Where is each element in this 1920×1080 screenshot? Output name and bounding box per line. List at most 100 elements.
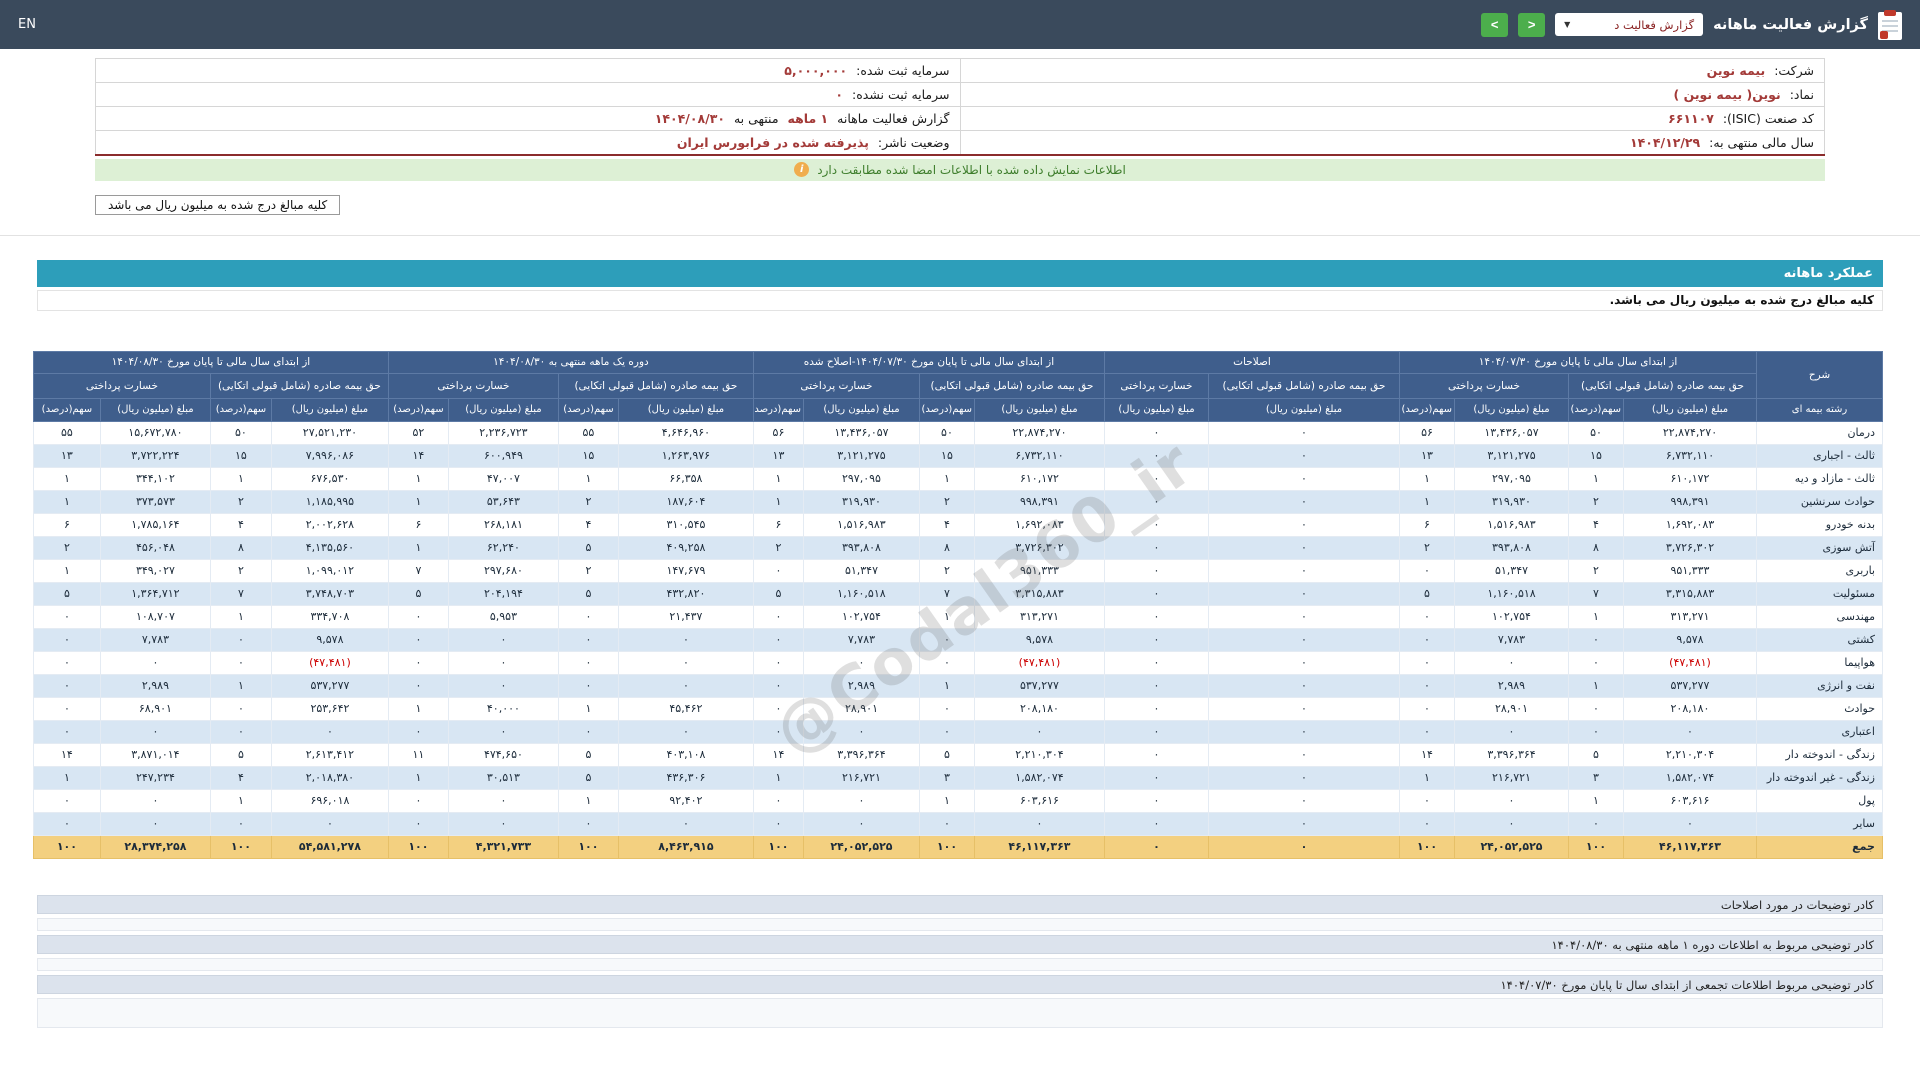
table-cell: ۰ [1104,467,1208,490]
insurance-line-label: مسئولیت [1757,582,1883,605]
table-cell: ۱ [210,605,271,628]
table-cell: ۰ [448,651,558,674]
table-row: زندگی - اندوخته دار۲,۲۱۰,۳۰۴۵۳,۳۹۶,۳۶۴۱۴… [33,743,1882,766]
table-cell: ۰ [1569,812,1624,835]
table-cell: ۲۴۷,۲۳۴ [100,766,210,789]
table-cell: ۵ [558,582,618,605]
table-cell: ۱,۱۶۰,۵۱۸ [1455,582,1569,605]
table-cell: ۰ [388,789,448,812]
table-cell: ۰ [919,720,974,743]
table-cell: ۰ [210,697,271,720]
registered-capital-label: سرمایه ثبت شده: [856,63,949,78]
table-cell: ۱۰۲,۷۵۴ [803,605,919,628]
table-cell: ۵ [558,536,618,559]
monthly-performance-table: شرح از ابتدای سال مالی تا پایان مورخ ۱۴۰… [33,351,1883,859]
table-cell: ۵۴,۵۸۱,۲۷۸ [271,835,388,858]
table-cell: ۱ [1569,789,1624,812]
col-amount-header: مبلغ (میلیون ریال) [1208,398,1399,421]
corrections-note-box [37,918,1883,931]
nav-back-button[interactable]: < [1518,13,1545,37]
table-row: نفت و انرژی۵۳۷,۲۷۷۱۲,۹۸۹۰۰۰۵۳۷,۲۷۷۱۲,۹۸۹… [33,674,1882,697]
table-cell: ۰ [1104,674,1208,697]
table-cell: ۴,۱۳۵,۵۶۰ [271,536,388,559]
table-cell: ۱۰۰ [753,835,803,858]
table-cell: ۲۴,۰۵۲,۵۲۵ [803,835,919,858]
table-cell: ۱ [33,467,100,490]
table-cell: ۰ [448,674,558,697]
table-cell: ۰ [753,697,803,720]
table-cell: ۰ [1104,789,1208,812]
nav-forward-button[interactable]: > [1481,13,1508,37]
table-cell: ۰ [1455,720,1569,743]
table-cell: ۳,۸۷۱,۰۱۴ [100,743,210,766]
table-cell: ۵۰ [919,421,974,444]
table-cell: ۸ [210,536,271,559]
table-cell: ۳,۱۲۱,۲۷۵ [1455,444,1569,467]
table-cell: ۵۳۷,۲۷۷ [1624,674,1757,697]
col-premium-header: حق بیمه صادره (شامل قبولی اتکایی) [919,373,1104,398]
total-row-label: جمع [1757,835,1883,858]
table-cell: ۰ [100,651,210,674]
table-cell: ۱۵ [1569,444,1624,467]
table-cell: ۰ [33,789,100,812]
table-cell: ۰ [1208,812,1399,835]
report-type-dropdown[interactable]: گزارش فعالیت د ▼ [1555,13,1703,36]
col-claims-header: خسارت پرداختی [753,373,919,398]
table-cell: ۹,۵۷۸ [974,628,1104,651]
table-cell: ۰ [33,720,100,743]
table-cell: ۱ [753,766,803,789]
table-cell: ۱,۱۶۰,۵۱۸ [803,582,919,605]
table-cell: ۱۰۸,۷۰۷ [100,605,210,628]
table-cell: ۰ [210,628,271,651]
table-cell: ۱ [753,490,803,513]
table-row: درمان۲۲,۸۷۴,۲۷۰۵۰۱۳,۴۳۶,۰۵۷۵۶۰۰۲۲,۸۷۴,۲۷… [33,421,1882,444]
table-cell: ۱۴ [388,444,448,467]
table-cell: ۷,۷۸۳ [803,628,919,651]
table-cell: ۰ [1104,559,1208,582]
table-cell: ۱ [210,674,271,697]
table-cell: ۰ [753,812,803,835]
table-cell: ۰ [33,605,100,628]
table-row: بدنه خودرو۱,۶۹۲,۰۸۳۴۱,۵۱۶,۹۸۳۶۰۰۱,۶۹۲,۰۸… [33,513,1882,536]
table-cell: ۰ [1455,812,1569,835]
table-cell: ۱۸۷,۶۰۴ [618,490,753,513]
isic-value: ۶۶۱۱۰۷ [1668,111,1714,126]
signed-data-match-text: اطلاعات نمایش داده شده با اطلاعات امضا ش… [817,163,1126,177]
table-cell: ۰ [1569,628,1624,651]
table-cell: ۳۱۳,۲۷۱ [1624,605,1757,628]
table-cell: ۰ [100,789,210,812]
table-cell: ۰ [1208,743,1399,766]
table-cell: ۱,۱۸۵,۹۹۵ [271,490,388,513]
unregistered-capital-value: ۰ [835,87,843,102]
insurance-line-label: پول [1757,789,1883,812]
table-cell: ۶۱۰,۱۷۲ [974,467,1104,490]
table-cell: ۳,۱۲۱,۲۷۵ [803,444,919,467]
table-cell: ۳۰,۵۱۳ [448,766,558,789]
table-cell: ۲ [210,559,271,582]
table-cell: ۷ [919,582,974,605]
table-cell: ۳۴۹,۰۲۷ [100,559,210,582]
table-cell: ۹۵۱,۳۳۳ [1624,559,1757,582]
amounts-unit-box: کلیه مبالغ درج شده به میلیون ریال می باش… [95,195,340,215]
header-subgroup-row: حق بیمه صادره (شامل قبولی اتکایی) خسارت … [33,373,1882,398]
table-row: مسئولیت۳,۳۱۵,۸۸۳۷۱,۱۶۰,۵۱۸۵۰۰۳,۳۱۵,۸۸۳۷۱… [33,582,1882,605]
table-row: کد صنعت (ISIC): ۶۶۱۱۰۷ گزارش فعالیت ماها… [96,107,1825,131]
col-group-ytd-0830: از ابتدای سال مالی تا پایان مورخ ۱۴۰۴/۰۸… [33,351,388,373]
table-cell: ۶۶,۳۵۸ [618,467,753,490]
table-cell: ۰ [753,605,803,628]
isic-label: کد صنعت (ISIC): [1723,111,1814,126]
fiscal-year-label: سال مالی منتهی به: [1709,135,1814,150]
table-cell: ۰ [1208,490,1399,513]
table-cell: ۰ [618,628,753,651]
col-amount-header: مبلغ (میلیون ریال) [1455,398,1569,421]
table-cell: ۵۳,۶۴۳ [448,490,558,513]
language-toggle-en[interactable]: EN [18,17,36,32]
table-cell: ۶۸,۹۰۱ [100,697,210,720]
table-cell: ۱۰۰ [919,835,974,858]
table-cell: ۳,۳۱۵,۸۸۳ [1624,582,1757,605]
table-cell: ۳۷۳,۵۷۳ [100,490,210,513]
table-cell: ۰ [1399,674,1454,697]
table-cell: ۴ [1569,513,1624,536]
table-cell: ۶۱۰,۱۷۲ [1624,467,1757,490]
table-cell: ۰ [448,628,558,651]
